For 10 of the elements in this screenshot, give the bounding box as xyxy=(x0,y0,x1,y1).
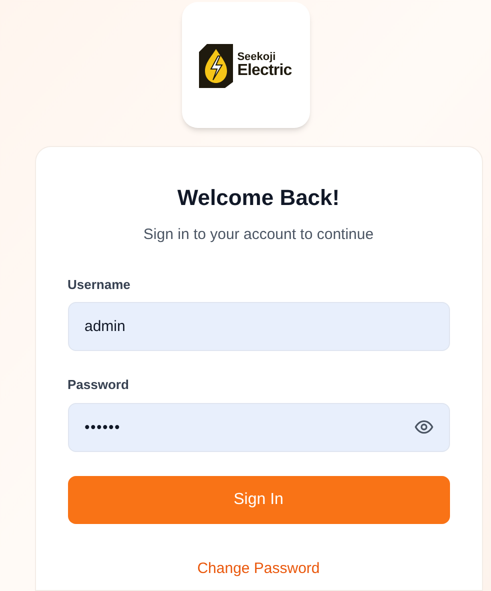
welcome-title: Welcome Back! xyxy=(176,184,341,212)
password-field[interactable]: •••••• xyxy=(68,402,450,452)
change-password-link[interactable]: Change Password xyxy=(197,558,320,580)
logo-text: Electric xyxy=(237,62,292,78)
field-label: Password xyxy=(68,376,130,394)
username-field[interactable]: admin xyxy=(68,302,450,351)
field-label: Username xyxy=(68,276,132,294)
lightning-drop-icon xyxy=(199,42,234,88)
subtitle: Sign in to your account to continue xyxy=(142,225,375,245)
logo-text: Seekoji xyxy=(237,52,277,62)
